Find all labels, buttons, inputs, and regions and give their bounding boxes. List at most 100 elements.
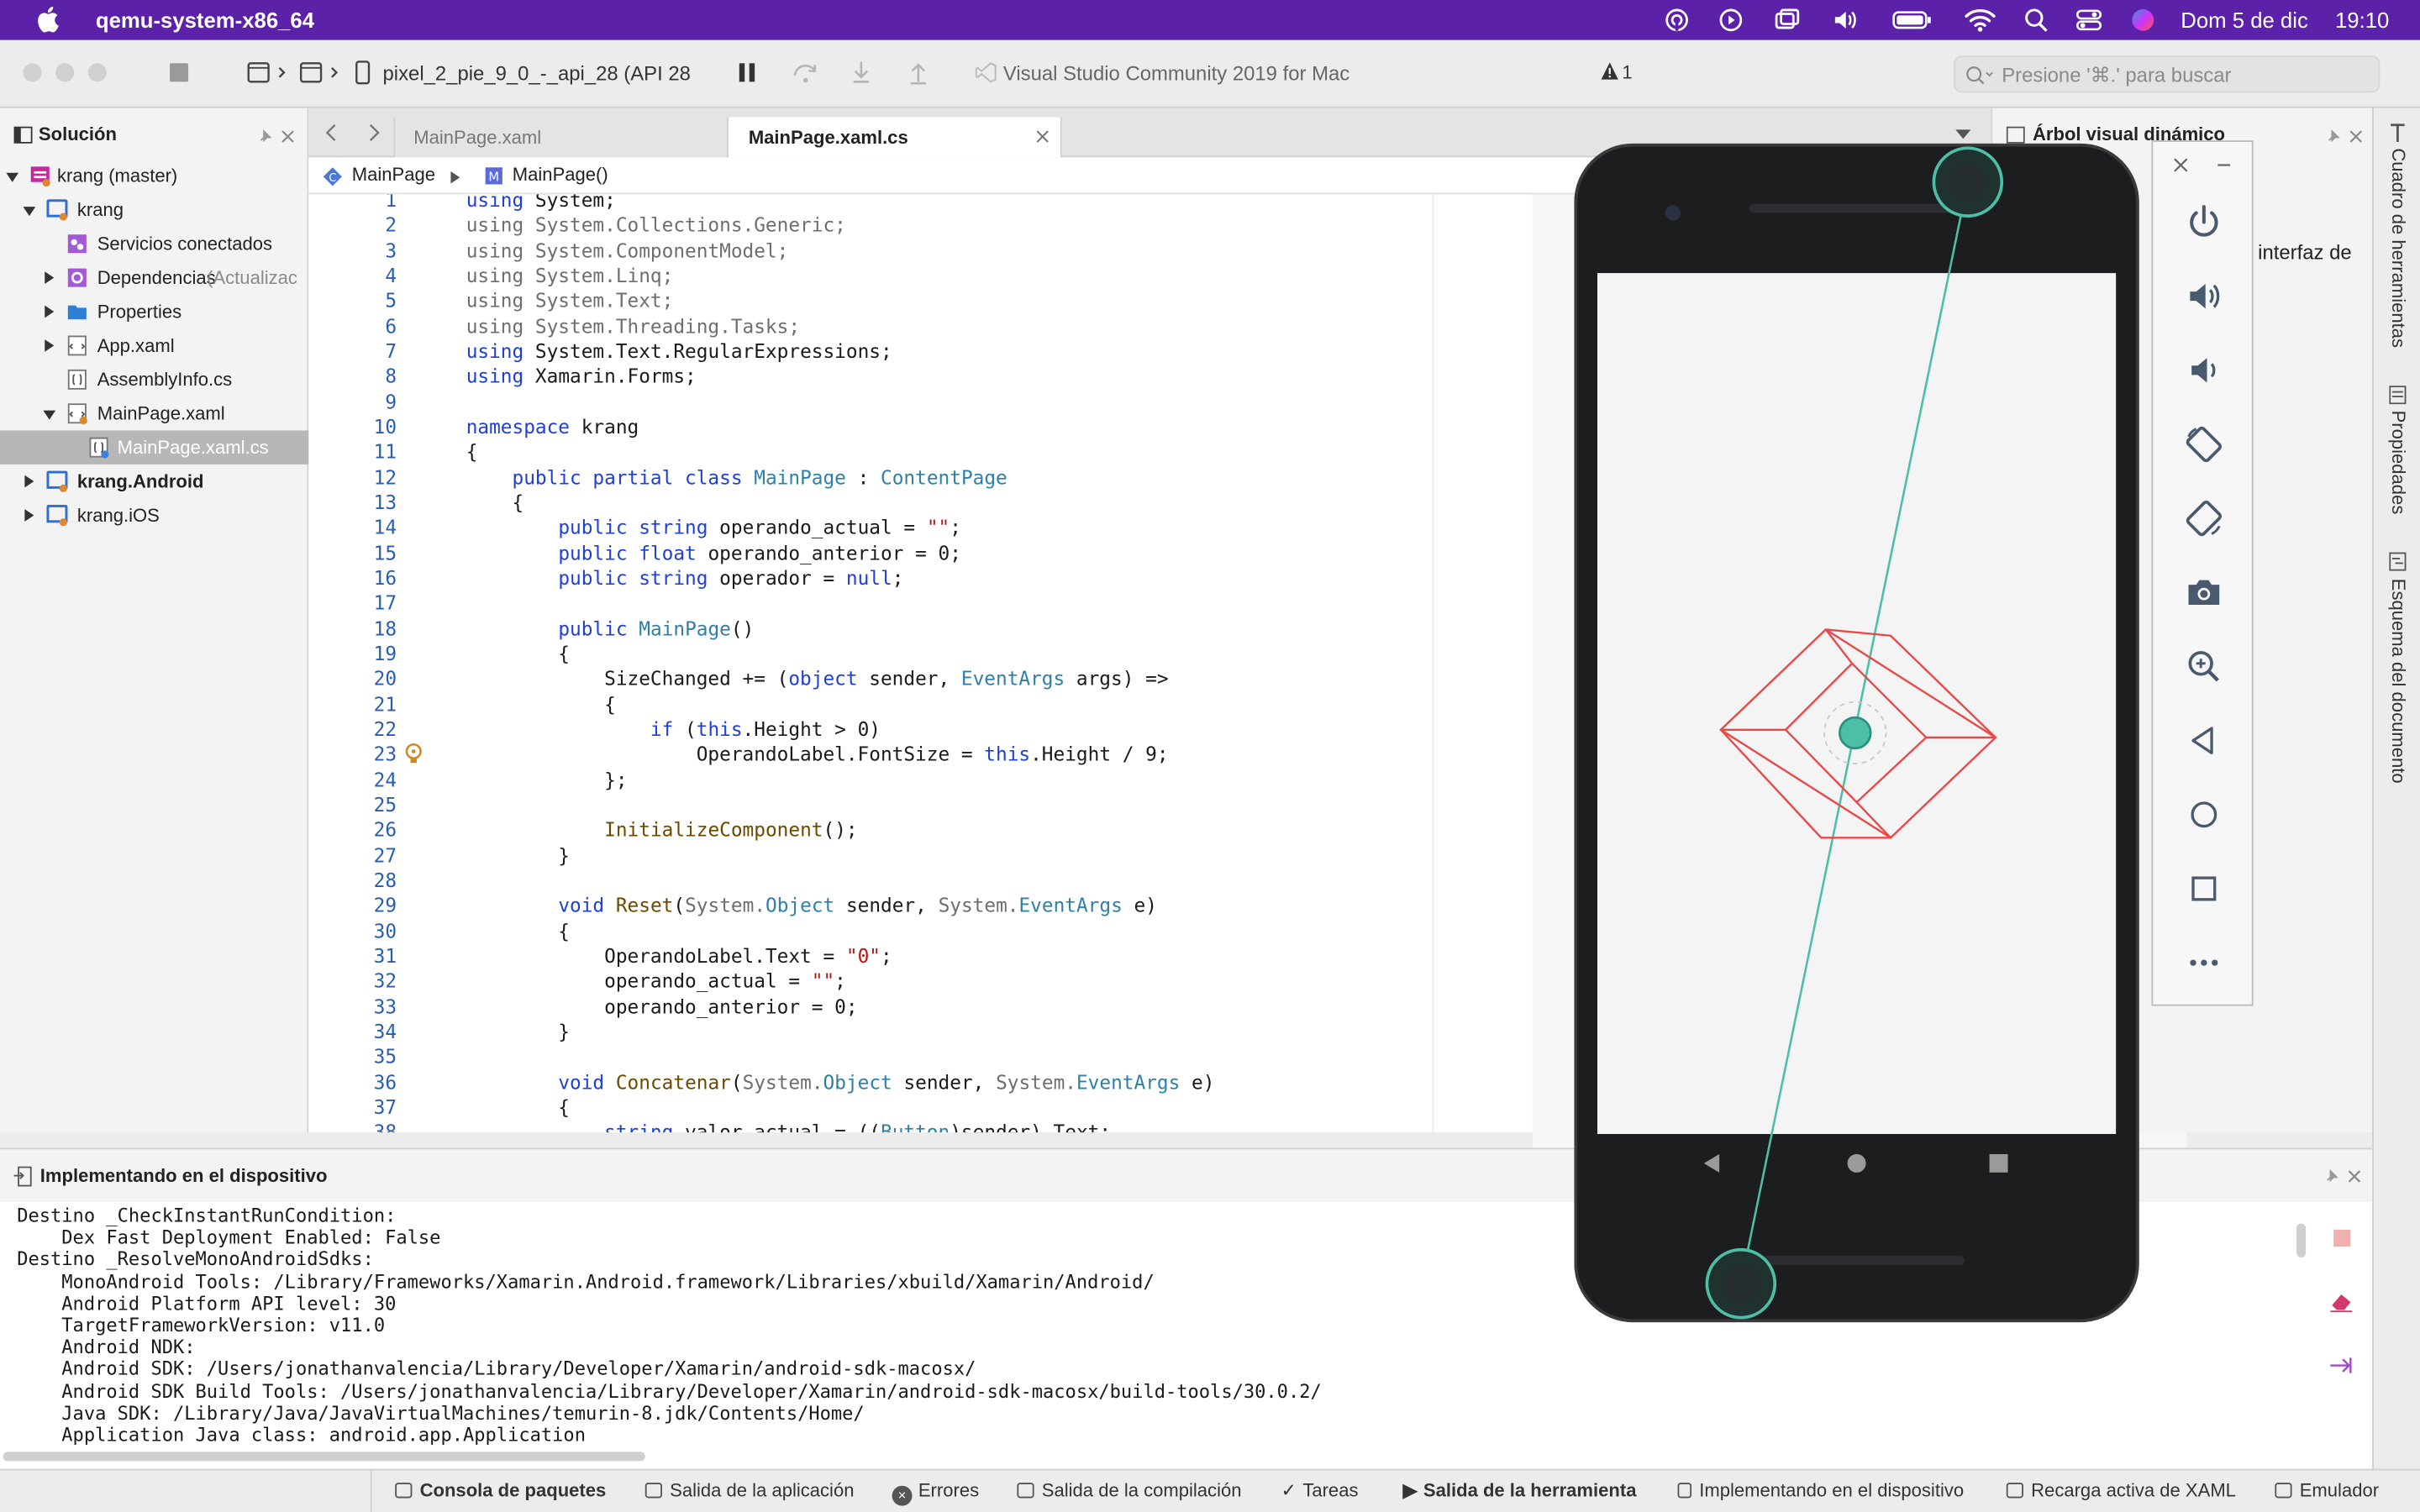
document-outline-tab[interactable]: Esquema del documento [2387, 579, 2409, 784]
code-line[interactable]: 27 } [308, 843, 1533, 868]
volume-down-icon[interactable] [2184, 350, 2224, 391]
document-outline-icon[interactable] [2389, 552, 2407, 571]
code-line[interactable]: 6 using System.Threading.Tasks; [308, 314, 1533, 339]
windows-icon[interactable] [1775, 8, 1801, 32]
step-into-icon[interactable] [849, 60, 873, 85]
code-line[interactable]: 35 [308, 1045, 1533, 1069]
code-line[interactable]: 37 { [308, 1095, 1533, 1120]
pin-icon[interactable] [2328, 129, 2340, 142]
code-line[interactable]: 4 using System.Linq; [308, 264, 1533, 288]
clear-output-icon[interactable] [2329, 1291, 2354, 1313]
tab-mainpage-xaml-cs[interactable]: MainPage.xaml.cs [727, 117, 1062, 158]
code-line[interactable]: 2 using System.Collections.Generic; [308, 213, 1533, 238]
tab-overflow-icon[interactable] [1955, 129, 1971, 139]
emulator-close-icon[interactable] [2173, 157, 2188, 172]
code-line[interactable]: 24 }; [308, 768, 1533, 792]
app-menu[interactable]: qemu-system-x86_64 [96, 8, 314, 32]
expand-arrow-icon[interactable] [45, 305, 55, 318]
status-errors[interactable]: × Errores [892, 1479, 979, 1506]
volume-icon[interactable] [1832, 8, 1858, 32]
battery-icon[interactable] [1892, 8, 1933, 32]
volume-up-icon[interactable] [2184, 276, 2224, 317]
collapse-arrow-icon[interactable] [23, 207, 36, 217]
step-over-icon[interactable] [792, 60, 819, 85]
breadcrumb-class[interactable]: MainPage [352, 164, 435, 186]
tab-mainpage-xaml[interactable]: MainPage.xaml [393, 117, 726, 158]
code-line[interactable]: 19 { [308, 642, 1533, 666]
code-line[interactable]: 16 public string operador = null; [308, 566, 1533, 591]
code-line[interactable]: 30 { [308, 919, 1533, 943]
menubar-time[interactable]: 19:10 [2335, 8, 2389, 32]
multitouch-overlay[interactable] [1574, 139, 2145, 1326]
code-line[interactable]: 38 string valor_actual = ((Button)sender… [308, 1121, 1533, 1132]
spotlight-search-icon[interactable] [2023, 8, 2049, 32]
tree-item-assemblyinfo[interactable]: AssemblyInfo.cs [0, 363, 308, 396]
code-line[interactable]: 3 using System.ComponentModel; [308, 239, 1533, 263]
code-line[interactable]: 12 public partial class MainPage : Conte… [308, 465, 1533, 490]
properties-icon[interactable] [2389, 386, 2407, 405]
lightbulb-icon[interactable] [402, 742, 424, 766]
back-icon[interactable] [2184, 721, 2224, 761]
code-line[interactable]: 20 SizeChanged += (object sender, EventA… [308, 667, 1533, 691]
tree-item-krang-ios[interactable]: krang.iOS [0, 498, 308, 532]
output-horizontal-scrollbar[interactable] [3, 1452, 645, 1462]
code-line[interactable]: 9 [308, 390, 1533, 414]
expand-arrow-icon[interactable] [45, 271, 55, 284]
zoom-window-button[interactable] [87, 63, 107, 82]
rotate-left-icon[interactable] [2184, 424, 2224, 465]
tree-item-connected-services[interactable]: Servicios conectados [0, 227, 308, 260]
code-line[interactable]: 33 operando_anterior = 0; [308, 995, 1533, 1019]
more-icon[interactable] [2184, 942, 2224, 983]
status-xaml-hot-reload[interactable]: Recarga activa de XAML [2006, 1479, 2236, 1501]
tree-item-properties[interactable]: Properties [0, 295, 308, 328]
status-tool-output[interactable]: ▶ Salida de la herramienta [1403, 1479, 1637, 1501]
expand-arrow-icon[interactable] [24, 509, 34, 522]
code-line[interactable]: 32 operando_actual = ""; [308, 969, 1533, 994]
code-line[interactable]: 1 using System; [308, 194, 1533, 213]
close-pane-icon[interactable] [2348, 1169, 2362, 1184]
pause-icon[interactable] [738, 61, 756, 83]
target-selector-icon[interactable] [299, 61, 351, 83]
code-line[interactable]: 25 [308, 793, 1533, 817]
forward-arrow-icon[interactable] [366, 123, 381, 142]
device-selector[interactable]: pixel_2_pie_9_0_-_api_28 (API 28 [383, 61, 704, 85]
pin-icon[interactable] [260, 129, 272, 142]
tree-item-mainpage-xaml[interactable]: MainPage.xaml [0, 396, 308, 430]
tree-item-krang-android[interactable]: krang.Android [0, 465, 308, 498]
code-line[interactable]: 29 void Reset(System.Object sender, Syst… [308, 894, 1533, 918]
close-window-button[interactable] [23, 63, 42, 82]
close-pane-icon[interactable] [2349, 129, 2364, 144]
properties-tab[interactable]: Propiedades [2387, 411, 2409, 515]
code-line[interactable]: 10 namespace krang [308, 415, 1533, 439]
power-icon[interactable] [2184, 202, 2224, 243]
home-icon[interactable] [2184, 795, 2224, 835]
code-line[interactable]: 11 { [308, 440, 1533, 465]
code-line[interactable]: 8 using Xamarin.Forms; [308, 365, 1533, 389]
code-line[interactable]: 15 public float operando_anterior = 0; [308, 541, 1533, 565]
code-line[interactable]: 26 InitializeComponent(); [308, 818, 1533, 843]
search-box[interactable]: Presione '⌘.' para buscar [1954, 55, 2381, 93]
wifi-icon[interactable] [1965, 8, 1996, 32]
code-line[interactable]: 18 public MainPage() [308, 617, 1533, 641]
code-line[interactable]: 14 public string operando_actual = ""; [308, 516, 1533, 540]
pin-icon[interactable] [2326, 1169, 2338, 1182]
status-deploying[interactable]: Implementando en el dispositivo [1677, 1479, 1964, 1501]
code-line[interactable]: 22 if (this.Height > 0) [308, 717, 1533, 742]
stop-output-button[interactable] [2333, 1229, 2351, 1247]
tree-item-solution[interactable]: krang (master) [0, 159, 308, 192]
code-line[interactable]: 7 using System.Text.RegularExpressions; [308, 339, 1533, 364]
siri-icon[interactable] [2130, 8, 2156, 32]
code-line[interactable]: 31 OperandoLabel.Text = "0"; [308, 944, 1533, 969]
menubar-date[interactable]: Dom 5 de dic [2181, 8, 2308, 32]
collapse-arrow-icon[interactable] [6, 172, 19, 182]
status-tasks[interactable]: ✓ Tareas [1281, 1479, 1358, 1501]
warning-count[interactable]: 1 [1622, 61, 1632, 83]
wrap-lines-icon[interactable] [2329, 1356, 2354, 1374]
code-line[interactable]: 17 [308, 591, 1533, 616]
zoom-icon[interactable] [2184, 647, 2224, 687]
control-center-icon[interactable] [2075, 8, 2102, 32]
tree-item-krang[interactable]: krang [0, 193, 308, 227]
collapse-arrow-icon[interactable] [43, 410, 56, 420]
step-out-icon[interactable] [906, 60, 930, 85]
build-config-selector-icon[interactable] [247, 61, 299, 83]
